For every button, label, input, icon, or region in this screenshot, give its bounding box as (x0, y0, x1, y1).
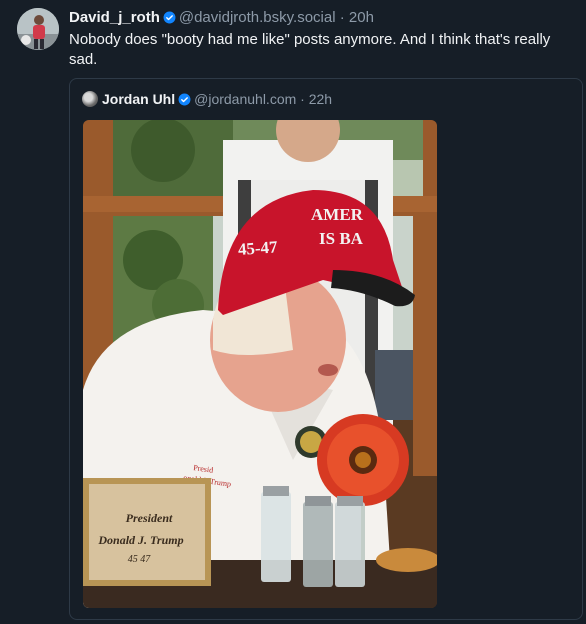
hat-text-line2: IS BA (319, 229, 364, 248)
quoted-author-name[interactable]: Jordan Uhl (102, 91, 175, 107)
verified-badge-icon (163, 11, 176, 29)
quoted-post-header: Jordan Uhl @jordanuhl.com · 22h (82, 91, 332, 110)
author-handle[interactable]: @davidjroth.bsky.social (179, 9, 336, 26)
separator-dot: · (339, 9, 345, 26)
quoted-author-avatar[interactable] (82, 91, 98, 107)
post-header: David_j_roth @davidjroth.bsky.social · 20… (69, 9, 576, 29)
post[interactable]: David_j_roth @davidjroth.bsky.social · 20… (0, 0, 586, 624)
placard-line1: President (126, 511, 173, 525)
author-name[interactable]: David_j_roth (69, 9, 160, 26)
name-placard: President Donald J. Trump 45 47 (83, 478, 211, 586)
hat-text-line1: AMER (311, 205, 364, 224)
quoted-post-image[interactable]: AMER IS BA 45-47 Presid onald J. Trump (83, 120, 437, 608)
post-text: Nobody does "booty had me like" posts an… (69, 31, 551, 68)
separator-dot: · (300, 91, 305, 107)
post-time[interactable]: 20h (349, 9, 374, 26)
quoted-post[interactable]: Jordan Uhl @jordanuhl.com · 22h AMER IS … (69, 78, 583, 620)
verified-badge-icon (178, 93, 191, 110)
placard-line2: Donald J. Trump (97, 533, 183, 547)
hat-side-text: 45-47 (237, 237, 278, 259)
placard-line3: 45 47 (128, 554, 152, 565)
quoted-author-handle[interactable]: @jordanuhl.com (194, 91, 296, 107)
photo-illustration: AMER IS BA 45-47 Presid onald J. Trump (83, 120, 437, 608)
quoted-post-time[interactable]: 22h (309, 91, 332, 107)
author-avatar[interactable] (17, 8, 59, 50)
